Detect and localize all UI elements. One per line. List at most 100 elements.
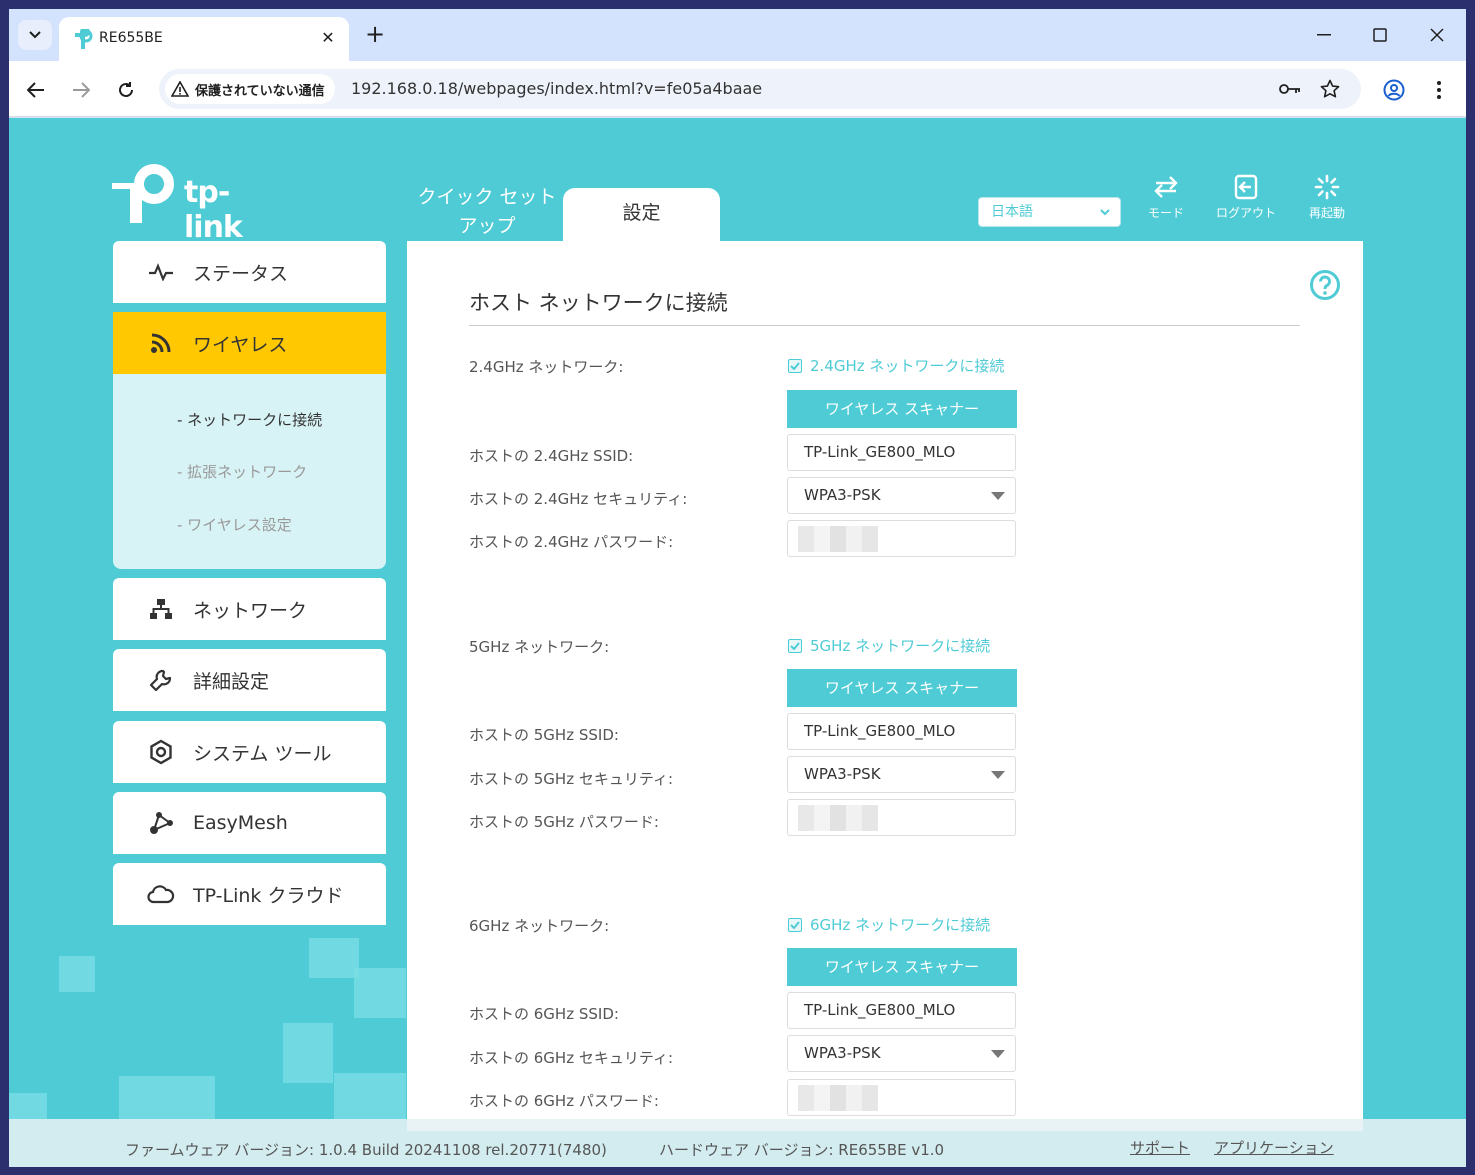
background-decoration xyxy=(309,938,359,978)
maximize-button[interactable] xyxy=(1360,21,1400,49)
background-decoration xyxy=(119,1076,215,1119)
language-select[interactable]: 日本語 xyxy=(978,197,1121,227)
close-window-button[interactable] xyxy=(1417,21,1457,49)
browser-tab[interactable]: RE655BE ✕ xyxy=(59,17,349,61)
tab-settings[interactable]: 設定 xyxy=(563,188,720,242)
close-tab-icon[interactable]: ✕ xyxy=(317,27,339,49)
security-chip[interactable]: 保護されていない通信 xyxy=(165,74,335,104)
minimize-button[interactable] xyxy=(1304,21,1344,49)
submenu-item-wireless-settings[interactable]: - ワイヤレス設定 xyxy=(177,514,292,535)
sidebar-item-network[interactable]: ネットワーク xyxy=(113,578,386,640)
warning-icon xyxy=(171,81,189,97)
arrow-left-icon xyxy=(27,82,44,98)
sidebar-item-advanced[interactable]: 詳細設定 xyxy=(113,649,386,711)
sidebar-item-label: ネットワーク xyxy=(193,599,308,622)
security-select[interactable]: WPA3-PSK xyxy=(787,1035,1016,1072)
sidebar-item-label: 詳細設定 xyxy=(193,670,270,693)
tab-bar: RE655BE ✕ + xyxy=(9,9,1466,61)
reload-icon xyxy=(119,82,133,97)
submenu-item-connect-network[interactable]: - ネットワークに接続 xyxy=(177,409,322,430)
tplink-logo-mark xyxy=(112,164,174,223)
security-value: WPA3-PSK xyxy=(804,765,881,783)
logout-button[interactable]: ログアウト xyxy=(1210,174,1282,221)
connect-checkbox[interactable]: 6GHz ネットワークに接続 xyxy=(788,914,990,935)
page-footer: ファームウェア バージョン: 1.0.4 Build 20241108 rel.… xyxy=(9,1119,1466,1167)
mode-button[interactable]: モード xyxy=(1130,174,1202,221)
address-bar[interactable]: 保護されていない通信 192.168.0.18/webpages/index.h… xyxy=(159,69,1361,109)
support-link[interactable]: サポート xyxy=(1130,1137,1190,1158)
reload-button[interactable] xyxy=(111,75,141,105)
submenu-item-extended-network[interactable]: - 拡張ネットワーク xyxy=(177,461,307,482)
application-link[interactable]: アプリケーション xyxy=(1214,1137,1334,1158)
band-section-6ghz: 6GHz ネットワーク: 6GHz ネットワークに接続 ワイヤレス スキャナー … xyxy=(407,800,1363,1131)
network-icon xyxy=(147,595,175,623)
logo-text: tp-link xyxy=(184,175,243,245)
password-input[interactable] xyxy=(787,1079,1016,1116)
sidebar-item-label: EasyMesh xyxy=(193,812,288,834)
dropdown-arrow-icon xyxy=(991,1050,1005,1058)
tab-search-button[interactable] xyxy=(18,20,52,50)
back-button[interactable] xyxy=(21,75,51,105)
hardware-version: ハードウェア バージョン: RE655BE v1.0 xyxy=(659,1141,945,1159)
browser-menu-button[interactable] xyxy=(1424,75,1454,105)
connect-host-network-panel: ホスト ネットワークに接続 2.4GHz ネットワーク: 2.4GHz ネットワ… xyxy=(407,241,1363,1131)
security-value: WPA3-PSK xyxy=(804,486,881,504)
wireless-submenu: - ネットワークに接続 - 拡張ネットワーク - ワイヤレス設定 xyxy=(113,374,386,569)
network-label: 2.4GHz ネットワーク: xyxy=(469,358,624,376)
minimize-icon xyxy=(1317,34,1331,36)
more-vert-icon xyxy=(1437,81,1441,99)
dropdown-arrow-icon xyxy=(991,492,1005,500)
sidebar-item-system-tools[interactable]: システム ツール xyxy=(113,721,386,783)
tab-quick-setup[interactable]: クイック セット アップ xyxy=(407,183,567,241)
background-decoration xyxy=(9,1093,47,1119)
ssid-label: ホストの 2.4GHz SSID: xyxy=(469,447,634,465)
connect-checkbox[interactable]: 2.4GHz ネットワークに接続 xyxy=(788,355,1004,376)
browser-window: RE655BE ✕ + 保護されていない通信 192.168.0.18/webp… xyxy=(9,9,1466,1167)
sidebar-item-tplink-cloud[interactable]: TP-Link クラウド xyxy=(113,863,386,925)
password-redacted xyxy=(798,1085,878,1111)
ssid-input[interactable]: TP-Link_GE800_MLO xyxy=(787,434,1016,471)
connect-label: 2.4GHz ネットワークに接続 xyxy=(810,357,1005,375)
sidebar-item-wireless[interactable]: ワイヤレス xyxy=(113,312,386,374)
security-select[interactable]: WPA3-PSK xyxy=(787,477,1016,514)
gear-icon xyxy=(147,738,175,766)
connect-label: 6GHz ネットワークに接続 xyxy=(810,916,991,934)
security-label: ホストの 6GHz セキュリティ: xyxy=(469,1049,674,1067)
wireless-scanner-button[interactable]: ワイヤレス スキャナー xyxy=(787,669,1017,707)
background-decoration xyxy=(334,1073,406,1119)
bookmark-button[interactable] xyxy=(1318,77,1342,101)
checkbox-box[interactable] xyxy=(788,917,802,932)
profile-button[interactable] xyxy=(1379,75,1409,105)
ssid-input[interactable]: TP-Link_GE800_MLO xyxy=(787,713,1016,750)
router-admin-page: tp-link クイック セット アップ 設定 日本語 モード ログアウト 再起… xyxy=(9,118,1466,1167)
checkbox-box[interactable] xyxy=(788,358,802,373)
connect-checkbox[interactable]: 5GHz ネットワークに接続 xyxy=(788,635,990,656)
check-icon xyxy=(790,920,800,929)
forward-button[interactable] xyxy=(66,75,96,105)
mode-label: モード xyxy=(1147,206,1184,220)
cloud-icon xyxy=(147,880,175,908)
wireless-scanner-button[interactable]: ワイヤレス スキャナー xyxy=(787,948,1017,986)
logout-label: ログアウト xyxy=(1215,206,1276,220)
sidebar-item-label: TP-Link クラウド xyxy=(193,884,344,907)
wireless-scanner-button[interactable]: ワイヤレス スキャナー xyxy=(787,390,1017,428)
reboot-button[interactable]: 再起動 xyxy=(1291,174,1363,221)
mesh-icon xyxy=(147,809,175,837)
new-tab-button[interactable]: + xyxy=(361,21,389,49)
password-key-button[interactable] xyxy=(1278,77,1302,101)
security-select[interactable]: WPA3-PSK xyxy=(787,756,1016,793)
background-decoration xyxy=(354,968,406,1018)
sidebar-item-status[interactable]: ステータス xyxy=(113,241,386,303)
checkbox-box[interactable] xyxy=(788,638,802,653)
dropdown-arrow-icon xyxy=(991,771,1005,779)
ssid-label: ホストの 5GHz SSID: xyxy=(469,726,619,744)
sidebar-item-easymesh[interactable]: EasyMesh xyxy=(113,792,386,854)
ssid-label: ホストの 6GHz SSID: xyxy=(469,1005,619,1023)
sidebar-item-label: ワイヤレス xyxy=(193,333,288,356)
network-label: 6GHz ネットワーク: xyxy=(469,917,610,935)
ssid-input[interactable]: TP-Link_GE800_MLO xyxy=(787,992,1016,1029)
wifi-icon xyxy=(147,329,175,357)
background-decoration xyxy=(283,1023,333,1083)
url-text[interactable]: 192.168.0.18/webpages/index.html?v=fe05a… xyxy=(351,79,762,98)
reboot-label: 再起動 xyxy=(1308,206,1345,220)
